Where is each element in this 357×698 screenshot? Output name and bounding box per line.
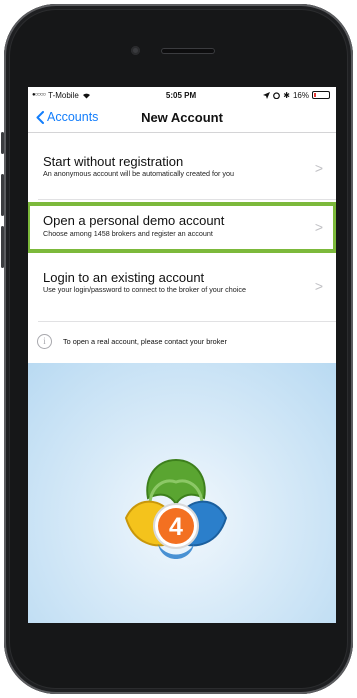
back-button[interactable]: Accounts <box>36 110 98 124</box>
alarm-icon <box>273 91 281 99</box>
option-subtitle: An anonymous account will be automatical… <box>43 169 234 178</box>
battery-icon <box>311 91 330 99</box>
bluetooth-icon: ✱ <box>283 90 290 100</box>
metatrader-4-logo: 4 <box>124 458 228 559</box>
app-screen: ●○○○○ T-Mobile 5:05 PM ✱ 16% Accounts Ne… <box>28 87 336 623</box>
info-row: i To open a real account, please contact… <box>28 323 336 363</box>
wifi-icon <box>82 93 90 98</box>
front-camera <box>131 46 140 55</box>
chevron-right-icon: > <box>314 160 323 176</box>
navigation-bar: Accounts New Account <box>28 103 336 133</box>
option-title: Start without registration <box>43 154 184 169</box>
option-login-existing-account[interactable]: Login to an existing account Use your lo… <box>28 257 336 321</box>
highlight-box <box>28 202 336 253</box>
chevron-left-icon <box>36 110 44 124</box>
volume-up-button <box>1 174 4 216</box>
logo-area: 4 <box>28 363 336 623</box>
option-start-without-registration[interactable]: Start without registration An anonymous … <box>28 139 336 199</box>
option-title: Login to an existing account <box>43 270 205 285</box>
row-divider <box>38 321 336 322</box>
location-arrow-icon <box>263 91 271 99</box>
carrier-name: T-Mobile <box>48 90 79 100</box>
status-bar: ●○○○○ T-Mobile 5:05 PM ✱ 16% <box>28 87 336 103</box>
chevron-right-icon: > <box>314 278 323 294</box>
back-button-label: Accounts <box>47 110 99 124</box>
info-icon: i <box>37 334 52 349</box>
earpiece-speaker <box>161 48 215 54</box>
status-time: 5:05 PM <box>165 90 197 100</box>
volume-down-button <box>1 226 4 268</box>
option-subtitle: Use your login/password to connect to th… <box>43 285 246 294</box>
logo-number: 4 <box>169 513 183 541</box>
row-divider <box>38 199 336 200</box>
battery-percent: 16% <box>292 90 309 100</box>
signal-dots-icon: ●○○○○ <box>32 92 46 98</box>
info-text: To open a real account, please contact y… <box>63 337 227 346</box>
mute-switch <box>1 132 4 154</box>
